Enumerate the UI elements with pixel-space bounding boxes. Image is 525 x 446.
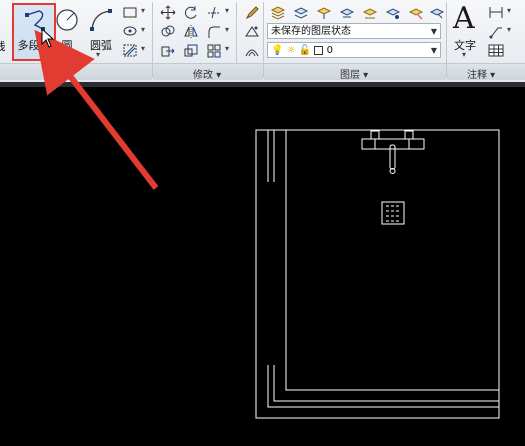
text-a-icon: A	[453, 1, 475, 36]
chevron-down-icon: ▼	[430, 46, 437, 55]
hatch-dropdown-icon[interactable]: ▾	[141, 44, 145, 53]
explode-tool[interactable]	[242, 22, 262, 41]
unlock-icon: 🔓	[298, 45, 312, 56]
chevron-down-icon: ▼	[430, 27, 437, 36]
stretch-icon	[161, 46, 175, 57]
array-dropdown-icon[interactable]: ▾	[225, 44, 229, 53]
layer-state-icon	[293, 7, 309, 19]
arc-dropdown-icon[interactable]: ▾	[96, 50, 100, 59]
ellipse-tool[interactable]	[120, 22, 140, 41]
arc-button[interactable]: 圆弧	[84, 3, 118, 61]
dimension-tool[interactable]	[486, 3, 506, 22]
layer-lock-icon	[429, 8, 445, 19]
mirror-tool[interactable]	[181, 22, 201, 41]
fillet-dropdown-icon[interactable]: ▾	[225, 25, 229, 34]
scale-tool[interactable]	[181, 41, 201, 60]
hatch-icon	[123, 44, 137, 57]
leader-icon	[489, 27, 502, 39]
table-icon	[488, 44, 504, 57]
mirror-icon	[184, 25, 198, 38]
layer-tool-5[interactable]	[360, 3, 380, 22]
layer-tool-7[interactable]	[406, 3, 426, 22]
pencil-icon	[245, 6, 259, 20]
offset-tool[interactable]	[242, 41, 262, 60]
table-tool[interactable]	[486, 41, 506, 60]
mouse-cursor-icon	[41, 28, 55, 48]
line-label: 线	[0, 38, 10, 54]
rectangle-tool[interactable]	[120, 3, 140, 22]
drawing-canvas[interactable]	[0, 87, 525, 446]
line-button[interactable]: 线	[0, 4, 10, 62]
text-dropdown-icon[interactable]: ▾	[462, 50, 466, 59]
move-icon	[160, 5, 176, 20]
rotate-tool[interactable]	[181, 3, 201, 22]
hatch-tool[interactable]	[120, 41, 140, 60]
faucet-stems	[374, 139, 410, 149]
sun-icon: ☼	[286, 45, 296, 56]
leader-dropdown-icon[interactable]: ▾	[507, 25, 511, 34]
array-tool[interactable]	[204, 41, 224, 60]
annotation-panel-title: 注释 ▾	[467, 70, 496, 81]
layer-properties-tool[interactable]	[268, 3, 288, 22]
layer-tool-8[interactable]	[427, 3, 447, 22]
faucet-knob-right	[404, 130, 414, 140]
fillet-tool[interactable]	[204, 22, 224, 41]
erase-tool[interactable]	[242, 3, 262, 22]
layer-tool-6[interactable]	[383, 3, 403, 22]
draw-panel-title: 绘图 ▾	[46, 70, 75, 81]
faucet-knob-left	[370, 130, 380, 140]
rectangle-dropdown-icon[interactable]: ▾	[141, 6, 145, 15]
arc-label: 圆弧	[90, 39, 112, 52]
circle-dropdown-icon[interactable]: ▾	[64, 50, 68, 59]
stretch-tool[interactable]	[158, 41, 178, 60]
draw-panel-titlebar[interactable]	[0, 63, 152, 80]
bathroom-floor-plan	[255, 129, 500, 419]
modify-panel-title: 修改 ▾	[193, 70, 222, 81]
arc-icon	[90, 9, 112, 31]
floor-drain-grate	[386, 205, 399, 222]
layer-freeze-icon	[385, 8, 401, 19]
scale-icon	[184, 44, 198, 57]
layer-state-value: 未保存的图层状态	[271, 26, 351, 37]
wall-line-bottom-2	[273, 365, 499, 402]
array-icon	[207, 44, 221, 58]
trim-tool[interactable]	[204, 3, 224, 22]
layers-panel-title: 图层 ▾	[340, 70, 369, 81]
shower-faucet-bar	[361, 138, 425, 150]
fillet-icon	[208, 26, 220, 38]
explode-icon	[245, 26, 259, 37]
copy-tool[interactable]	[158, 22, 178, 41]
leader-tool[interactable]	[486, 22, 506, 41]
dimension-dropdown-icon[interactable]: ▾	[507, 6, 511, 15]
trim-icon	[208, 6, 220, 19]
offset-icon	[245, 49, 259, 57]
layer-tool-4[interactable]	[337, 3, 357, 22]
layer-match-icon	[316, 7, 332, 19]
ellipse-icon	[123, 26, 137, 36]
ribbon: 线 多段线 圆 ▾ 圆弧 ▾ ▾ ▾ ▾	[0, 0, 525, 83]
lightbulb-icon: 💡	[271, 45, 284, 56]
layer-color-swatch	[314, 45, 324, 55]
outer-wall	[255, 129, 500, 419]
layer-current-value: 0	[326, 45, 333, 56]
ellipse-dropdown-icon[interactable]: ▾	[141, 25, 145, 34]
layers-icon	[270, 6, 286, 20]
copy-icon	[161, 25, 175, 37]
layer-previous-icon	[339, 8, 355, 18]
layer-tool-2[interactable]	[291, 3, 311, 22]
dimension-icon	[489, 7, 503, 18]
move-tool[interactable]	[158, 3, 178, 22]
layer-select[interactable]: 💡 ☼ 🔓 0 ▼	[267, 42, 441, 58]
layer-state-select[interactable]: 未保存的图层状态 ▼	[267, 23, 441, 39]
layer-off-icon	[408, 8, 424, 20]
layer-tool-3[interactable]	[314, 3, 334, 22]
trim-dropdown-icon[interactable]: ▾	[225, 6, 229, 15]
circle-icon	[56, 9, 78, 31]
layer-isolate-icon	[362, 8, 378, 19]
rotate-icon	[184, 6, 197, 19]
rectangle-icon	[123, 7, 137, 18]
